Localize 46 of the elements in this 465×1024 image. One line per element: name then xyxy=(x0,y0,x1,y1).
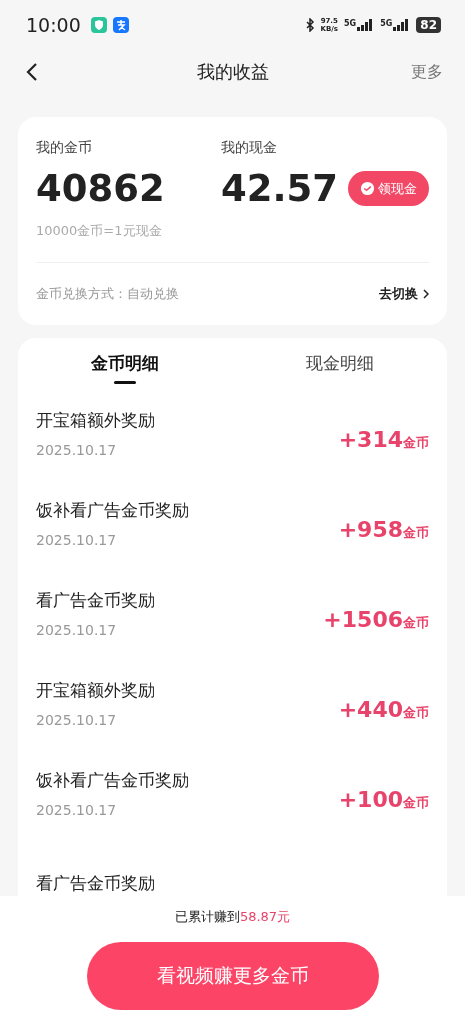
record-title: 开宝箱额外奖励 xyxy=(36,408,155,432)
bluetooth-icon xyxy=(304,18,315,32)
back-icon[interactable] xyxy=(26,62,38,82)
status-time: 10:00 xyxy=(26,14,81,36)
record-amount: +314 xyxy=(338,426,403,452)
cash-value: 42.57 xyxy=(221,167,339,210)
signal-icon xyxy=(392,19,411,31)
amount-unit: 金币 xyxy=(403,614,429,630)
signal-icon xyxy=(356,19,375,31)
record-amount: +958 xyxy=(338,516,403,542)
switch-link[interactable]: 去切换 xyxy=(379,285,429,303)
tab[interactable]: 现金明细 xyxy=(232,338,447,388)
amount-unit: 金币 xyxy=(403,434,429,450)
cash-label: 我的现金 xyxy=(221,139,278,157)
record-amount: +1506 xyxy=(323,606,403,632)
tab[interactable]: 金币明细 xyxy=(18,338,233,388)
amount-unit: 金币 xyxy=(403,794,429,810)
battery-indicator: 82 xyxy=(416,17,441,33)
payment-app-icon xyxy=(112,17,129,33)
record-title: 饭补看广告金币奖励 xyxy=(36,498,189,522)
coins-label: 我的金币 xyxy=(36,139,93,157)
record-date: 2025.10.17 xyxy=(36,441,118,458)
network-type: 5G xyxy=(344,19,357,28)
record-date: 2025.10.17 xyxy=(36,621,118,638)
record-title: 看广告金币奖励 xyxy=(36,871,155,895)
earned-amount: 58.87元 xyxy=(239,909,291,924)
shield-app-icon xyxy=(90,17,107,33)
record-date: 2025.10.17 xyxy=(36,801,118,818)
amount-unit: 金币 xyxy=(403,704,429,720)
record-date: 2025.10.17 xyxy=(36,531,118,548)
amount-unit: 金币 xyxy=(403,524,429,540)
record-date: 2025.10.17 xyxy=(36,711,118,728)
chevron-right-icon xyxy=(423,289,429,299)
withdraw-button[interactable]: 领现金 xyxy=(348,171,429,206)
page-title: 我的收益 xyxy=(196,60,269,84)
earned-label: 已累计赚到 xyxy=(174,909,240,924)
exchange-rate: 10000金币=1元现金 xyxy=(36,222,163,240)
record-title: 饭补看广告金币奖励 xyxy=(36,768,189,792)
more-button[interactable]: 更多 xyxy=(411,61,443,83)
record-title: 开宝箱额外奖励 xyxy=(36,678,155,702)
record-title: 看广告金币奖励 xyxy=(36,588,155,612)
exchange-mode: 金币兑换方式：自动兑换 xyxy=(36,285,179,303)
network-type: 5G xyxy=(380,19,393,28)
coins-value: 40862 xyxy=(36,167,166,210)
record-amount: +100 xyxy=(338,786,403,812)
record-amount: +440 xyxy=(338,696,403,722)
